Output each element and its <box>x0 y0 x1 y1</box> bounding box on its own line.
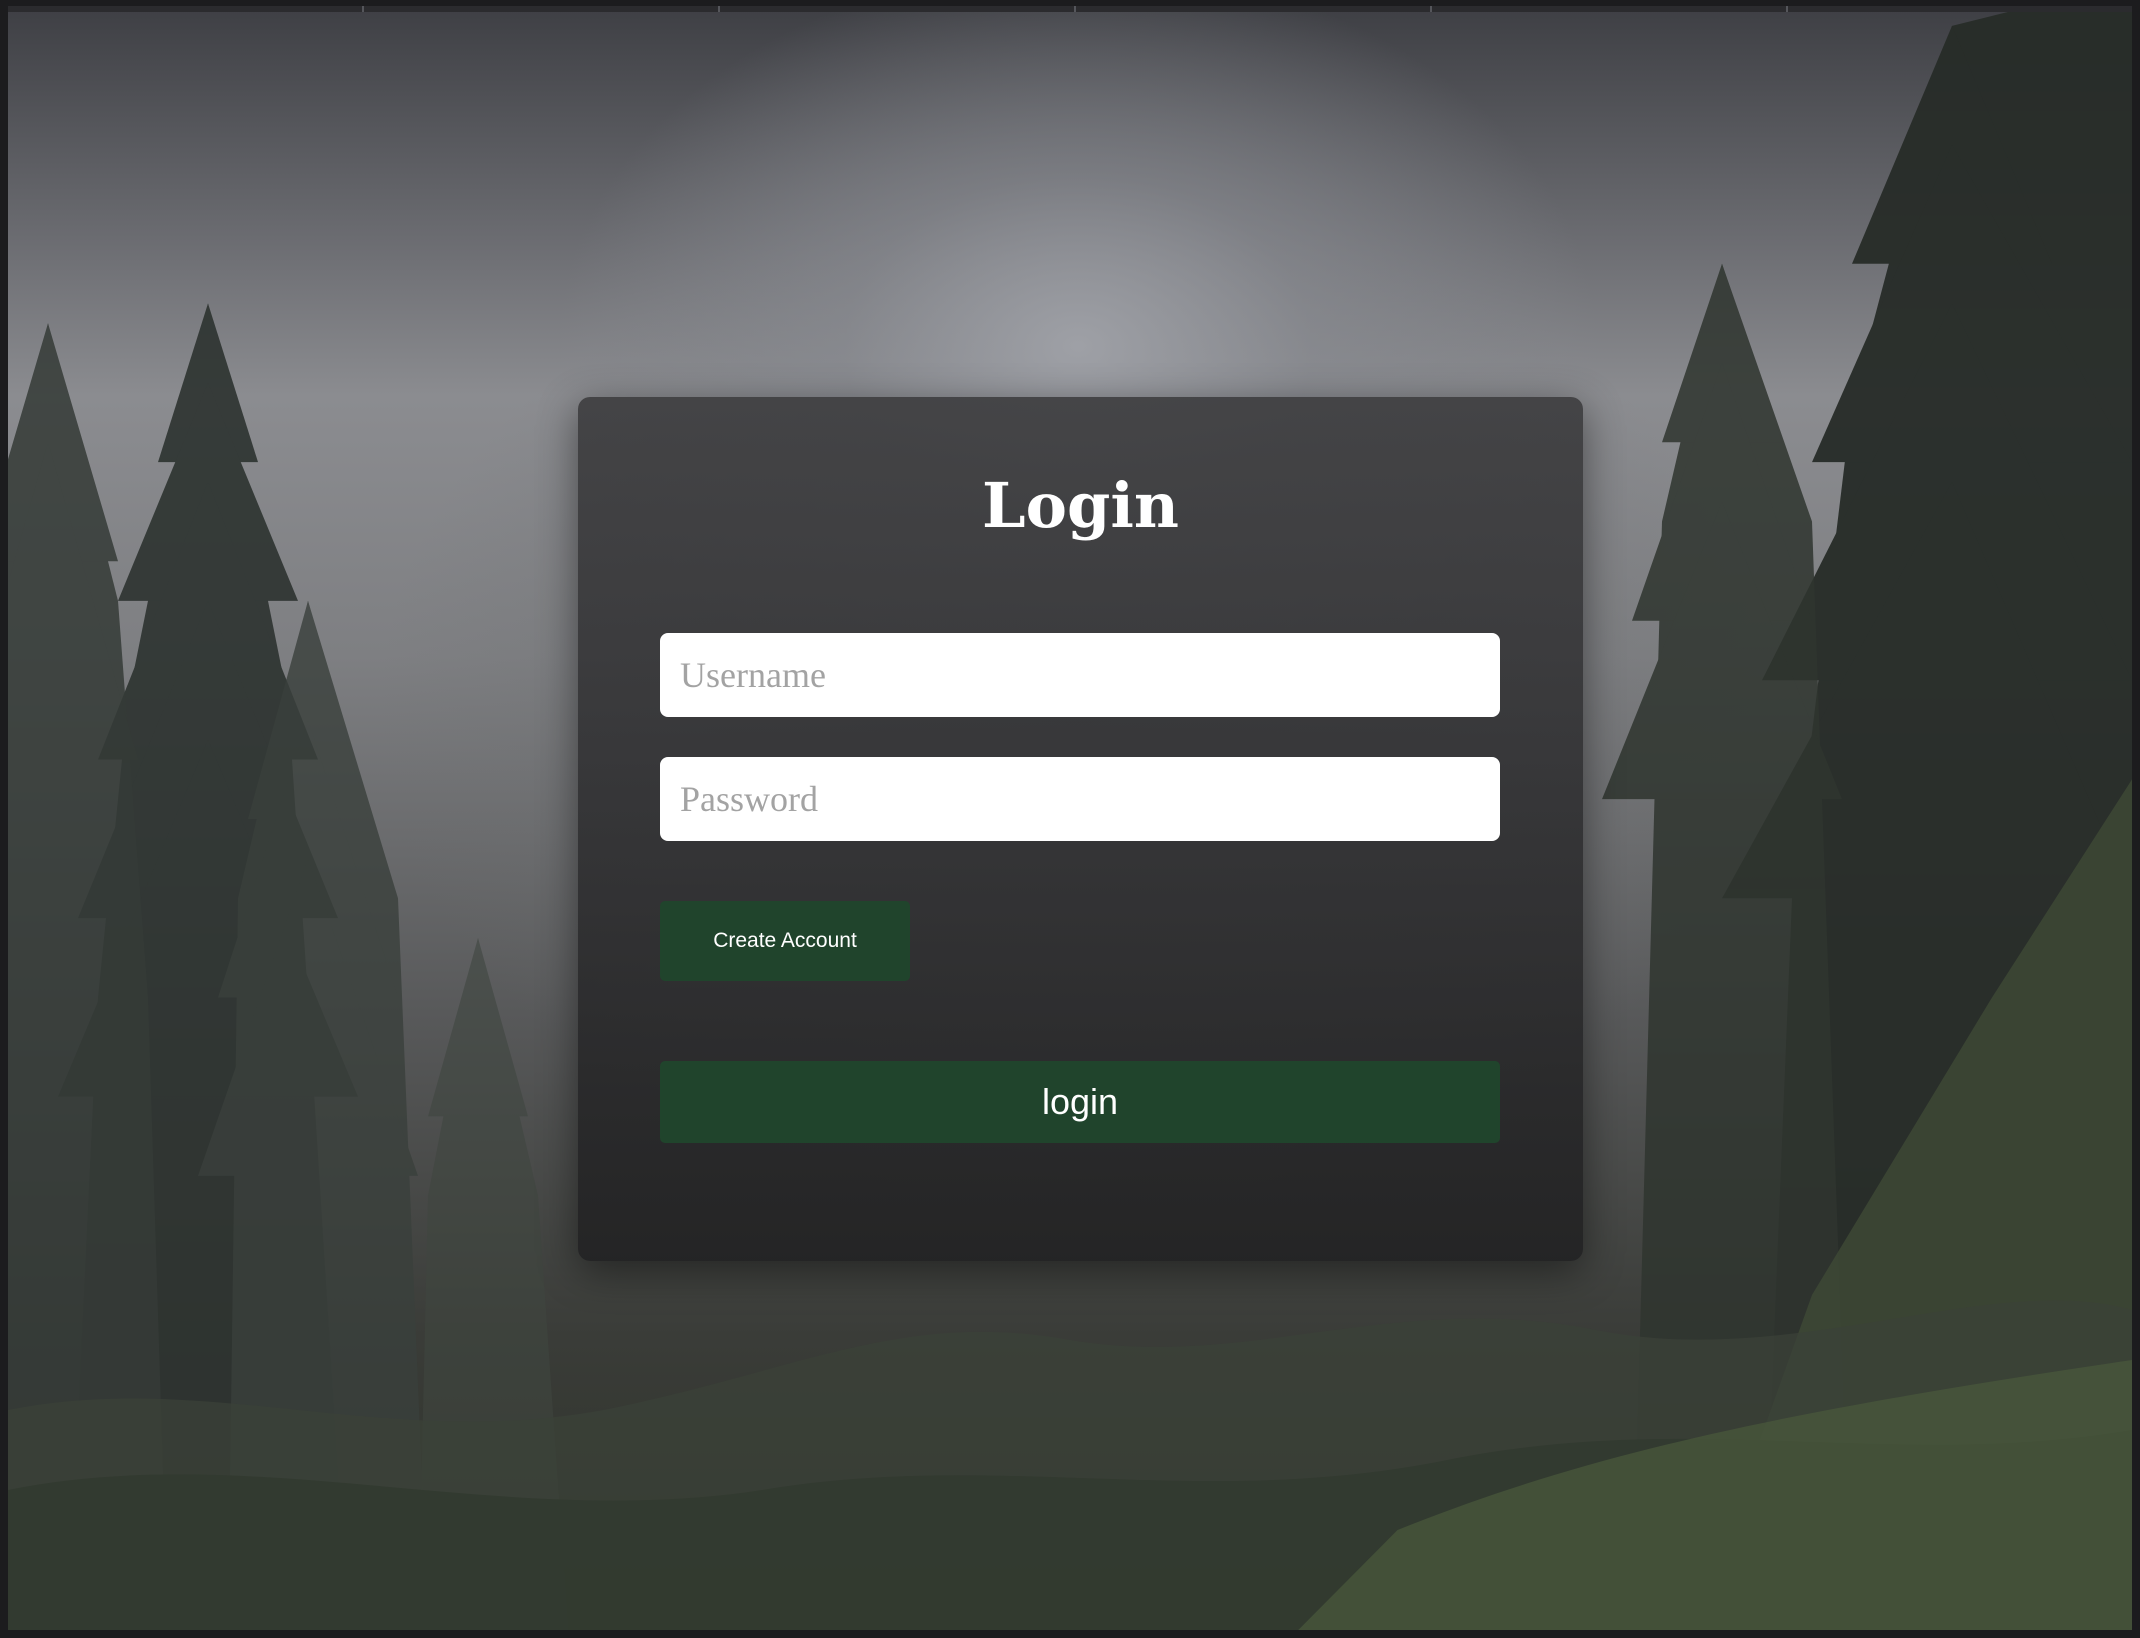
login-button[interactable]: login <box>660 1061 1500 1143</box>
tab[interactable] <box>1432 6 1788 12</box>
tab[interactable] <box>1076 6 1432 12</box>
tab[interactable] <box>720 6 1076 12</box>
tab[interactable] <box>8 6 364 12</box>
username-input[interactable] <box>660 633 1500 717</box>
create-account-button[interactable]: Create Account <box>660 901 910 981</box>
tab[interactable] <box>364 6 720 12</box>
browser-window: Login Create Account login <box>0 0 2140 1638</box>
password-input[interactable] <box>660 757 1500 841</box>
login-card: Login Create Account login <box>578 397 1583 1261</box>
login-title: Login <box>982 469 1179 542</box>
tab-strip <box>8 6 2132 12</box>
